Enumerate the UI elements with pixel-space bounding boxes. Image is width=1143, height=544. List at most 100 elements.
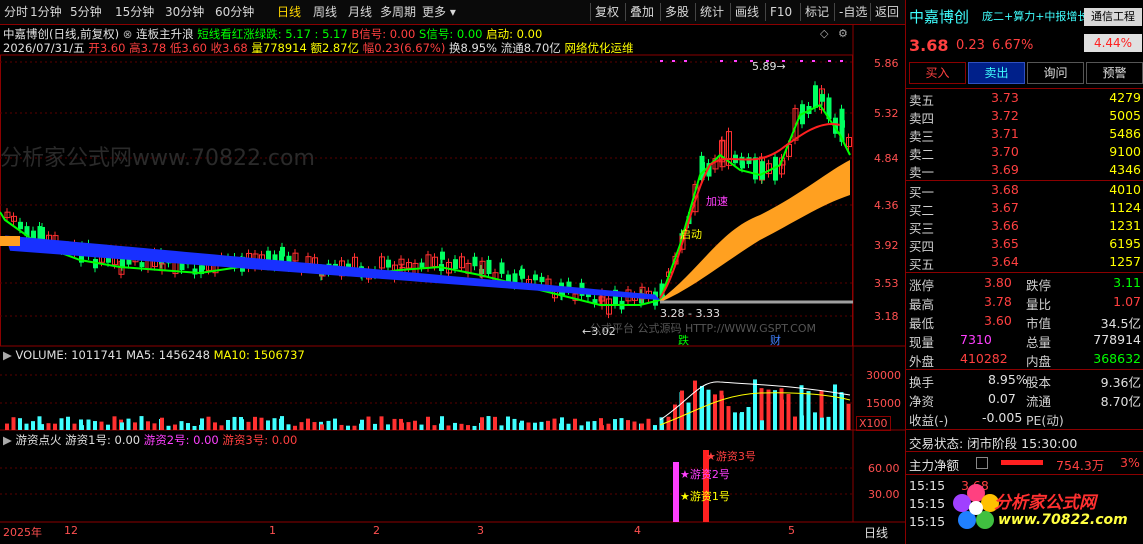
candle-down (746, 157, 752, 165)
volume-bar (18, 418, 22, 430)
stat-row: 涨停 3.80 跌停 3.11 (906, 275, 1143, 293)
volume-bar (160, 417, 164, 430)
range-label: 3.28 - 3.33 (660, 307, 720, 320)
sell-button[interactable]: 卖出 (968, 62, 1025, 84)
hotmoney-tick: 60.00 (868, 462, 900, 475)
price-tick: 3.53 (874, 277, 899, 290)
volume-bar (366, 416, 371, 430)
volume-bar (459, 423, 464, 430)
divider (906, 429, 1143, 430)
volume-bar (446, 425, 451, 430)
candle-down (18, 221, 23, 230)
bid-row: 买二 3.67 1124 (906, 200, 1143, 218)
quote-change: 0.23 (956, 38, 985, 53)
volume-bar (280, 416, 284, 430)
candle-down (813, 85, 818, 108)
volume-bar (226, 419, 230, 430)
price-tick: 4.36 (874, 199, 899, 212)
alert-button[interactable]: 预警 (1086, 62, 1143, 84)
volume-bar (133, 422, 137, 430)
volume-bar (693, 380, 697, 430)
volume-bar (766, 389, 771, 430)
volume-bar (293, 425, 297, 430)
bid-qty: 1257 (1109, 254, 1141, 269)
bid-price: 3.68 (991, 182, 1019, 197)
volume-bar (619, 418, 624, 430)
stat-label: 市值 (1026, 316, 1052, 331)
stat-row: 外盘 410282 内盘 368632 (906, 351, 1143, 369)
kline-chart[interactable]: ◇ ⚙ (0, 0, 905, 544)
volume-bar (606, 423, 611, 430)
ask-row: 卖三 3.71 5486 (906, 126, 1143, 144)
ask-qty: 4346 (1109, 162, 1141, 177)
candle-down (419, 262, 425, 268)
volume-bar (846, 403, 851, 430)
ask-price: 3.71 (991, 126, 1019, 141)
diamond-icon[interactable]: ◇ (820, 27, 829, 40)
volume-bar (680, 390, 684, 430)
period-label[interactable]: 日线 (864, 524, 888, 541)
stat-value: 3.11 (1113, 275, 1141, 290)
volume-bar (272, 418, 277, 430)
volume-bar (419, 424, 424, 430)
ask-qty: 9100 (1109, 144, 1141, 159)
divider (906, 369, 1143, 370)
volume-label: VOLUME: 1011741 (15, 348, 123, 362)
bid-label: 买三 (909, 221, 935, 236)
ask-row: 卖二 3.70 9100 (906, 144, 1143, 162)
volume-bar (120, 422, 124, 430)
volume-bar (72, 423, 77, 430)
platform-watermark: 公式平台 公式源码 HTTP://WWW.GSPT.COM (590, 322, 817, 335)
candle-down (200, 265, 205, 270)
stat-label: 换手 (909, 375, 935, 390)
stat-row: 现量 7310 总量 778914 (906, 332, 1143, 350)
volume-bar (80, 425, 84, 430)
bid-qty: 6195 (1109, 236, 1141, 251)
volume-bar (166, 425, 171, 430)
divider (906, 272, 1143, 273)
volume-bar (392, 418, 397, 430)
date-tick: 2 (373, 524, 380, 537)
volume-bar (533, 422, 537, 430)
volume-bar (592, 421, 597, 430)
volume-bar (753, 379, 757, 430)
stat-value: 3.78 (984, 294, 1012, 309)
inquiry-button[interactable]: 询问 (1027, 62, 1084, 84)
stat-label: 最低 (909, 316, 935, 331)
volume-bar (666, 416, 671, 430)
volume-info-line: ▶ VOLUME: 1011741 MA5: 1456248 MA10: 150… (3, 348, 305, 362)
hotmoney-bar (673, 462, 679, 522)
gear-icon[interactable]: ⚙ (838, 27, 848, 40)
hotmoney-tick: 30.00 (868, 488, 900, 501)
volume-bar (299, 422, 304, 430)
volume-bar (813, 412, 817, 430)
stat-value: 8.70亿 (1100, 394, 1141, 409)
volume-bar (59, 418, 64, 430)
volume-bar (586, 421, 590, 430)
volume-bar (432, 425, 437, 430)
volume-bar (219, 425, 224, 430)
volume-bar (632, 421, 637, 430)
candle-down (139, 262, 145, 268)
volume-tick: 15000 (866, 397, 901, 410)
candle-down (760, 161, 765, 180)
main-net-value: 754.3万 (1056, 458, 1105, 473)
stat-value: 3.80 (984, 275, 1012, 290)
sector-pct: 4.44% (1084, 34, 1142, 52)
volume-bar (352, 425, 357, 430)
volume-bar (746, 406, 751, 430)
buy-button[interactable]: 买入 (909, 62, 966, 84)
volume-toggle-icon[interactable]: ▶ (3, 348, 12, 362)
candle-down (820, 94, 825, 102)
volume-bar (379, 416, 384, 430)
volume-bar (826, 416, 831, 430)
volume-bar (646, 418, 651, 430)
stat-label: 净资 (909, 394, 935, 409)
stat-value: 1.07 (1113, 294, 1141, 309)
list-icon[interactable] (976, 457, 988, 469)
volume-bar (472, 425, 477, 430)
hotmoney-toggle-icon[interactable]: ▶ (3, 433, 12, 447)
bid-qty: 1124 (1109, 200, 1141, 215)
sector-badge[interactable]: 通信工程 (1084, 8, 1142, 26)
volume-bar (526, 422, 531, 430)
